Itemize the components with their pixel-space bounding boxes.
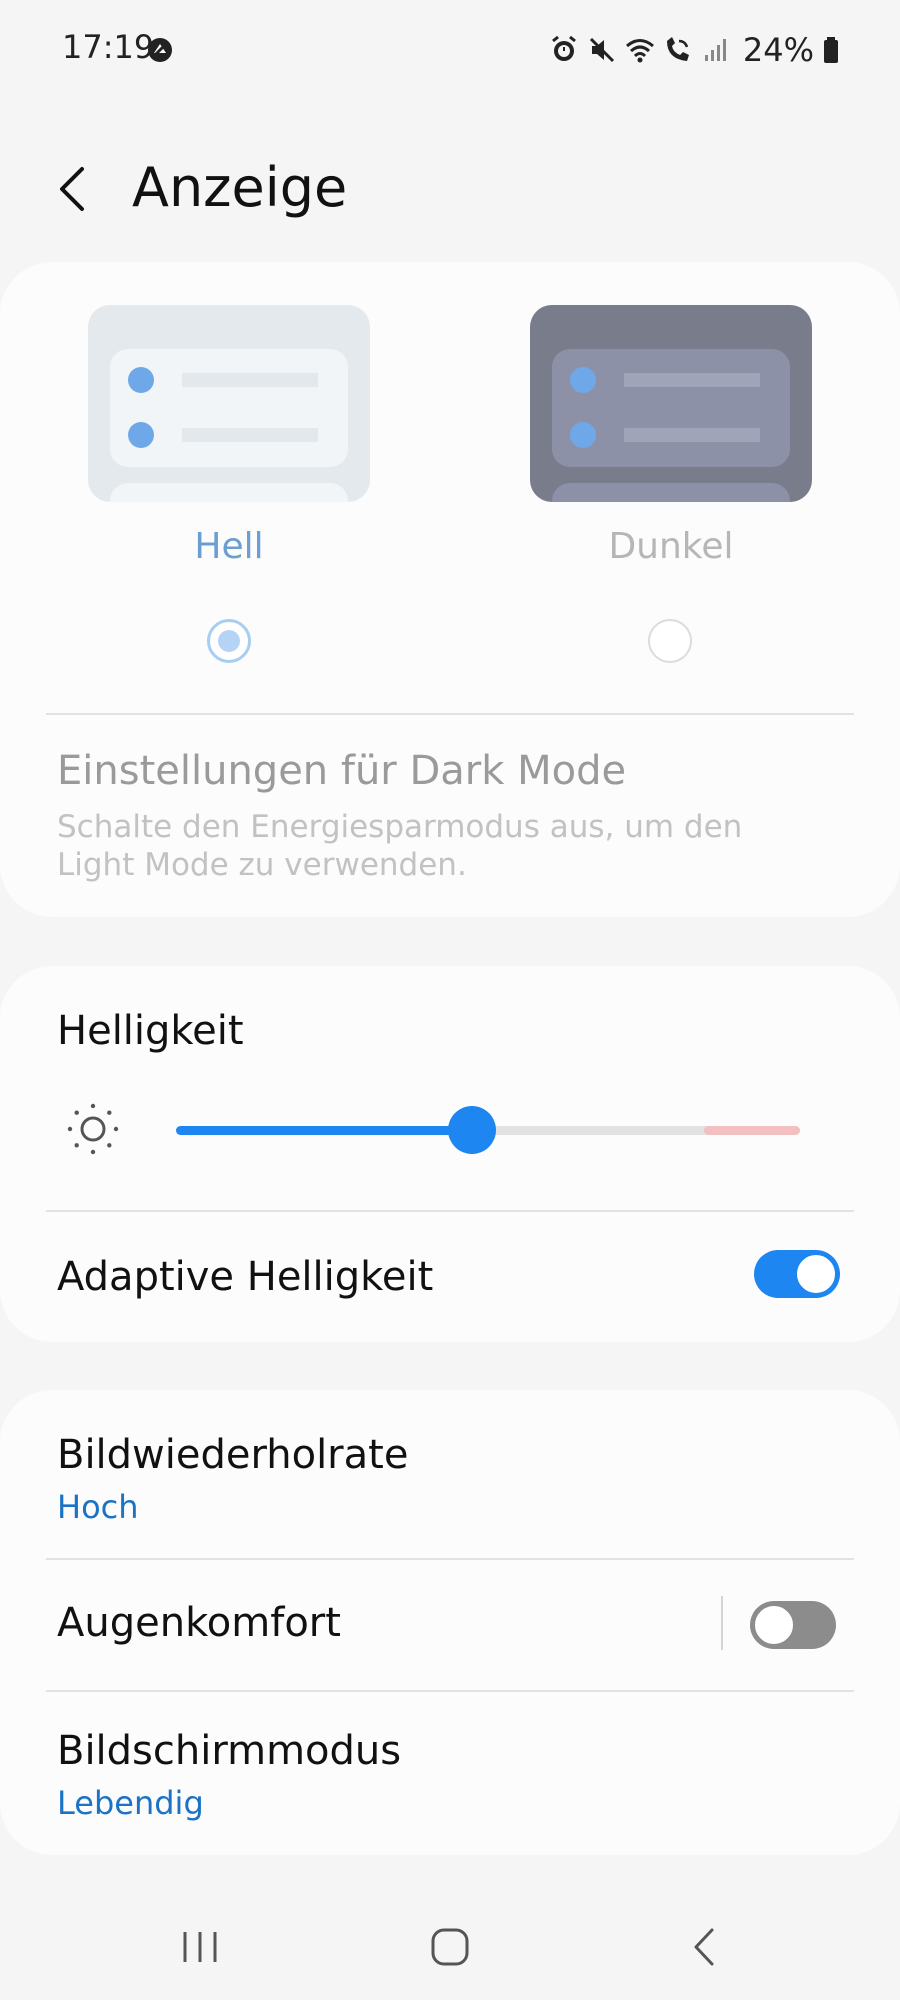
preview-dot xyxy=(570,422,596,448)
divider xyxy=(46,1558,854,1560)
brightness-slider[interactable] xyxy=(176,1106,800,1154)
screen-mode-value: Lebendig xyxy=(57,1784,204,1822)
slider-thumb[interactable] xyxy=(448,1106,496,1154)
adaptive-brightness-toggle[interactable] xyxy=(754,1250,840,1298)
dark-theme-radio[interactable] xyxy=(648,619,692,663)
adaptive-brightness-label[interactable]: Adaptive Helligkeit xyxy=(57,1254,433,1300)
wifi-icon xyxy=(625,39,654,63)
wifi-calling-icon xyxy=(666,37,689,61)
status-time: 17:19 xyxy=(62,28,155,66)
dark-mode-settings-title[interactable]: Einstellungen für Dark Mode xyxy=(57,748,626,794)
preview-list-card xyxy=(110,349,348,467)
brightness-title: Helligkeit xyxy=(57,1008,244,1054)
theme-card: Hell Dunkel Einstellungen für Dark Mode … xyxy=(0,262,900,917)
sun-icon xyxy=(67,1103,119,1155)
preview-line xyxy=(624,428,760,442)
preview-line xyxy=(182,428,318,442)
eye-comfort-title[interactable]: Augenkomfort xyxy=(57,1600,341,1646)
light-theme-preview[interactable] xyxy=(88,305,370,502)
preview-dot xyxy=(128,422,154,448)
status-bar: 17:19 24% xyxy=(0,0,900,100)
screen-mode-title[interactable]: Bildschirmmodus xyxy=(57,1728,401,1774)
divider xyxy=(46,1690,854,1692)
signal-icon xyxy=(704,39,726,61)
page-title: Anzeige xyxy=(132,156,348,219)
refresh-rate-title[interactable]: Bildwiederholrate xyxy=(57,1432,408,1478)
preview-line xyxy=(182,373,318,387)
toggle-knob xyxy=(752,1603,796,1647)
page-header: Anzeige xyxy=(0,150,900,230)
back-icon[interactable] xyxy=(674,1922,734,1972)
dark-theme-label[interactable]: Dunkel xyxy=(530,526,812,567)
dark-theme-preview[interactable] xyxy=(530,305,812,502)
vertical-separator xyxy=(721,1596,723,1650)
alarm-icon xyxy=(551,35,576,61)
preview-line xyxy=(624,373,760,387)
status-icons: 24% xyxy=(549,30,840,70)
home-icon[interactable] xyxy=(420,1922,480,1972)
eye-comfort-toggle[interactable] xyxy=(750,1601,836,1649)
battery-percent: 24% xyxy=(742,31,814,69)
slider-fill xyxy=(176,1126,472,1135)
preview-dot xyxy=(570,367,596,393)
light-theme-label[interactable]: Hell xyxy=(88,526,370,567)
brightness-card: Helligkeit Adaptive Helligkeit xyxy=(0,966,900,1342)
dark-mode-settings-subtitle: Schalte den Energiesparmodus aus, um den… xyxy=(57,809,743,883)
refresh-rate-value: Hoch xyxy=(57,1488,139,1526)
toggle-knob xyxy=(794,1252,838,1296)
slider-high-zone xyxy=(704,1126,800,1135)
display-settings-card: Bildwiederholrate Hoch Augenkomfort Bild… xyxy=(0,1390,900,1855)
preview-dot xyxy=(128,367,154,393)
battery-icon xyxy=(824,37,838,63)
divider xyxy=(46,713,854,715)
light-theme-radio[interactable] xyxy=(207,619,251,663)
mute-icon xyxy=(589,37,614,63)
recent-apps-icon[interactable] xyxy=(170,1922,230,1972)
preview-list-card xyxy=(552,483,790,502)
preview-list-card xyxy=(110,483,348,502)
preview-list-card xyxy=(552,349,790,467)
notification-blocked-icon xyxy=(148,38,172,62)
divider xyxy=(46,1210,854,1212)
back-arrow-icon[interactable] xyxy=(52,164,92,214)
navigation-bar xyxy=(0,1900,900,2000)
